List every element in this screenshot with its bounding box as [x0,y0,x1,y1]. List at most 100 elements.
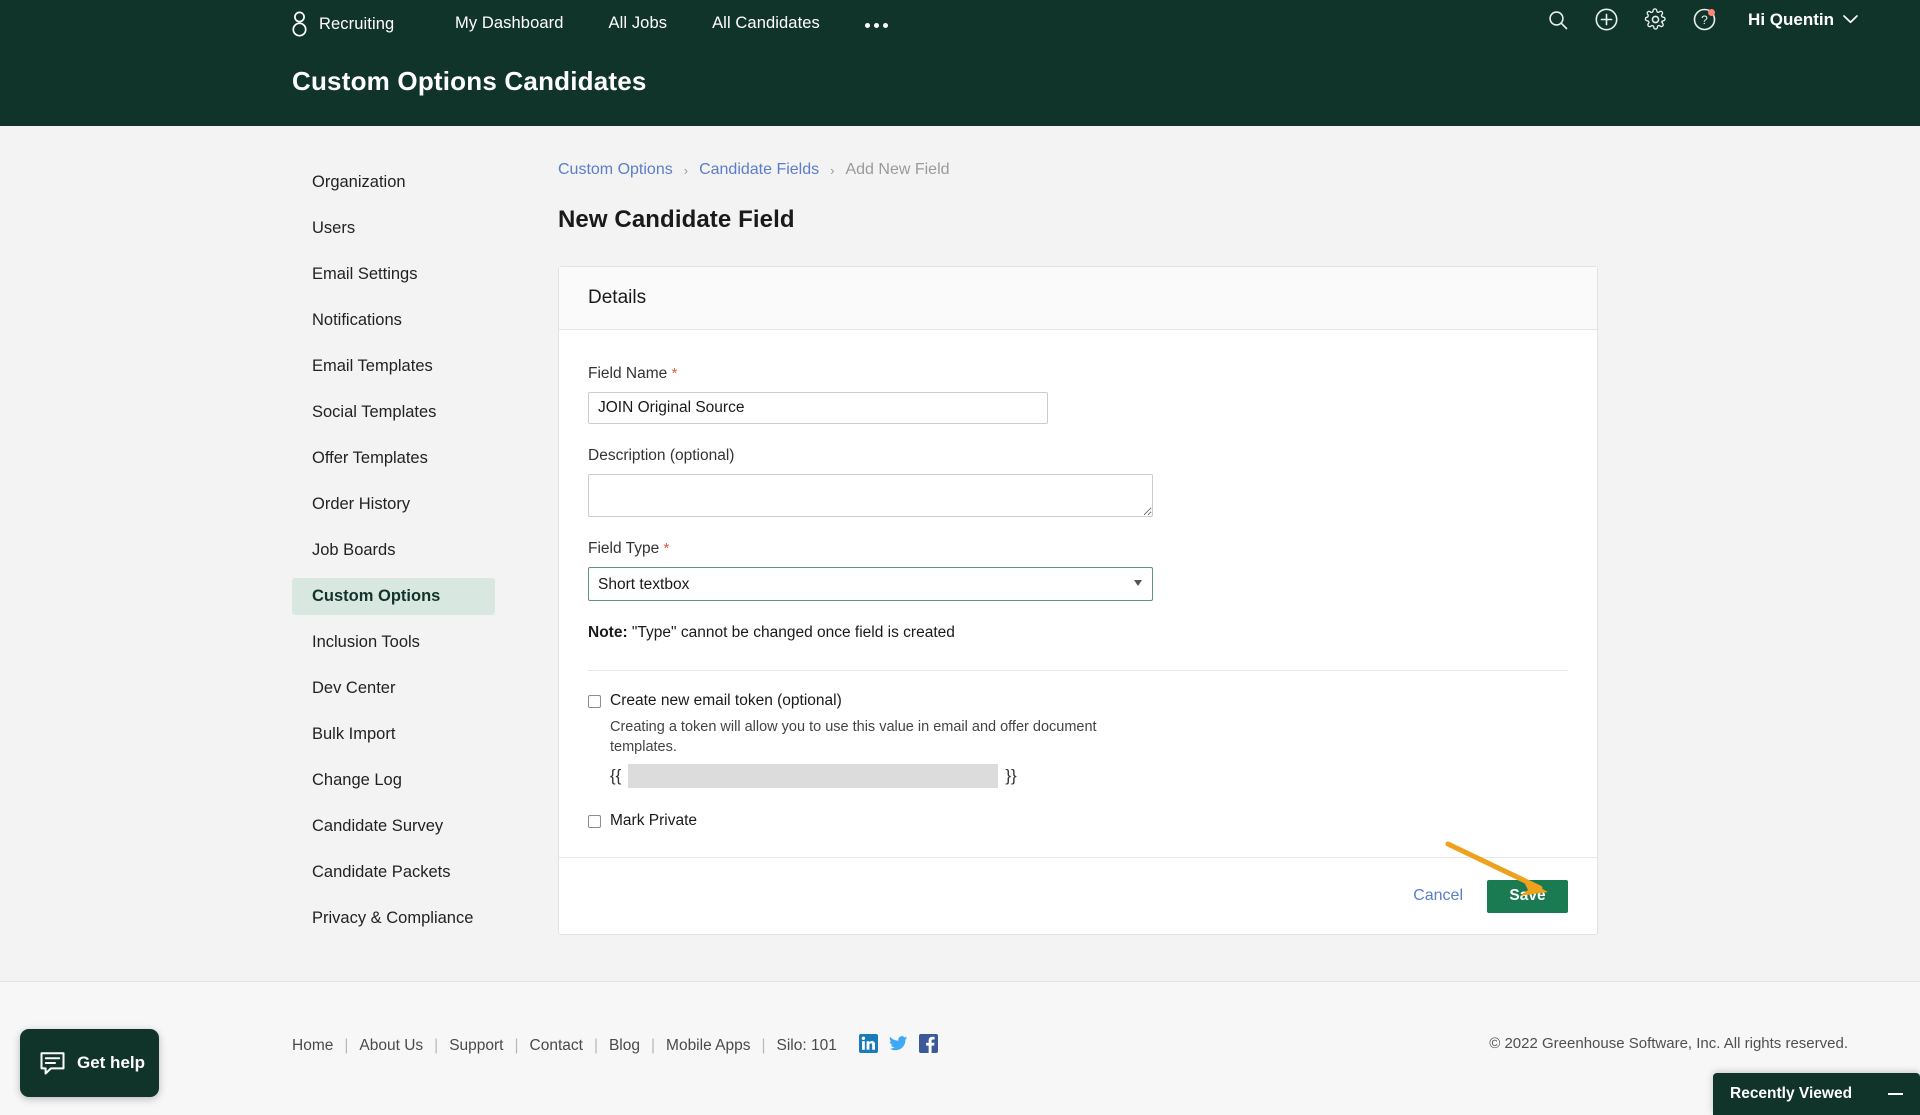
details-card-title: Details [588,287,647,308]
search-icon[interactable] [1547,9,1569,31]
recently-viewed-panel[interactable]: Recently Viewed [1713,1073,1920,1115]
field-name-input[interactable] [588,392,1048,424]
chevron-down-icon [1843,15,1858,24]
footer-silo-label: Silo: 101 [776,1037,837,1054]
facebook-icon[interactable] [918,1034,938,1058]
nav-links: My Dashboard All Jobs All Candidates [455,14,888,33]
sidebar-item-custom-options[interactable]: Custom Options [292,578,495,615]
footer-divider: | [651,1037,656,1054]
sidebar-item-privacy-compliance[interactable]: Privacy & Compliance [292,900,495,937]
brand-home-link[interactable]: Recruiting [291,11,394,37]
note-prefix: Note: [588,624,628,641]
breadcrumb: Custom Options › Candidate Fields › Add … [558,126,1598,179]
breadcrumb-separator-icon: › [683,162,689,178]
sidebar-item-candidate-survey[interactable]: Candidate Survey [292,808,495,845]
field-type-select[interactable]: Short textbox [588,567,1153,601]
sidebar-item-organization[interactable]: Organization [292,164,495,201]
notification-dot [1708,9,1716,16]
main-column: Custom Options › Candidate Fields › Add … [558,126,1598,935]
sidebar-item-change-log[interactable]: Change Log [292,762,495,799]
page-title: Custom Options Candidates [292,66,647,96]
cancel-button[interactable]: Cancel [1413,887,1463,905]
description-textarea[interactable] [588,474,1153,517]
required-marker: * [663,540,670,557]
brand-label: Recruiting [319,14,395,33]
email-token-row[interactable]: Create new email token (optional) [588,692,1568,710]
greenhouse-g-logo-icon [291,11,308,37]
token-brace-close: }} [1005,766,1017,785]
svg-text:?: ? [1701,13,1708,27]
mark-private-row[interactable]: Mark Private [588,812,1568,830]
breadcrumb-candidate-fields[interactable]: Candidate Fields [699,161,819,179]
sidebar-item-email-settings[interactable]: Email Settings [292,256,495,293]
minimize-icon[interactable] [1888,1093,1903,1095]
footer-link-mobile-apps[interactable]: Mobile Apps [666,1037,750,1055]
email-token-label: Create new email token (optional) [610,692,842,709]
settings-sidebar: Organization Users Email Settings Notifi… [292,164,495,946]
nav-item-my-dashboard[interactable]: My Dashboard [455,14,564,33]
details-card: Details Field Name * Description (option… [558,266,1598,935]
primary-nav-row: Recruiting My Dashboard All Jobs All Can… [0,0,1920,52]
sidebar-item-bulk-import[interactable]: Bulk Import [292,716,495,753]
field-name-label: Field Name * [588,365,1568,383]
sidebar-item-dev-center[interactable]: Dev Center [292,670,495,707]
sidebar-item-candidate-packets[interactable]: Candidate Packets [292,854,495,891]
twitter-icon[interactable] [889,1034,908,1058]
nav-item-all-jobs[interactable]: All Jobs [609,14,668,33]
linkedin-icon[interactable] [858,1034,878,1058]
sidebar-item-job-boards[interactable]: Job Boards [292,532,495,569]
get-help-button[interactable]: Get help [20,1029,159,1097]
footer-divider: | [344,1037,349,1054]
sidebar-item-users[interactable]: Users [292,210,495,247]
plus-circle-icon[interactable] [1595,8,1618,31]
footer-link-about-us[interactable]: About Us [359,1037,423,1055]
description-group: Description (optional) [588,447,1568,517]
sidebar-item-offer-templates[interactable]: Offer Templates [292,440,495,477]
help-question-icon[interactable]: ? [1693,8,1716,31]
required-marker: * [671,365,678,382]
footer-link-contact[interactable]: Contact [530,1037,583,1055]
field-type-note: Note: "Type" cannot be changed once fiel… [588,624,1568,642]
mark-private-label: Mark Private [610,812,697,829]
mark-private-checkbox[interactable] [588,815,601,828]
email-token-help-text: Creating a token will allow you to use t… [610,719,1097,755]
field-name-group: Field Name * [588,365,1568,424]
recently-viewed-label: Recently Viewed [1730,1085,1853,1102]
details-card-header: Details [559,267,1597,330]
sidebar-item-social-templates[interactable]: Social Templates [292,394,495,431]
sidebar-item-email-templates[interactable]: Email Templates [292,348,495,385]
field-name-label-text: Field Name [588,365,668,382]
details-card-body: Field Name * Description (optional) Fiel… [559,330,1597,830]
card-actions: Cancel Save [559,841,1597,934]
breadcrumb-current: Add New Field [845,161,950,178]
save-button[interactable]: Save [1487,879,1568,913]
description-label: Description (optional) [588,447,735,464]
note-text: "Type" cannot be changed once field is c… [631,624,955,641]
footer-social-icons [858,1034,938,1058]
footer-link-support[interactable]: Support [449,1037,503,1055]
footer-links: Home | About Us | Support | Contact | Bl… [292,1034,938,1058]
page-footer: Home | About Us | Support | Contact | Bl… [0,981,1920,1115]
token-brace-open: {{ [610,766,622,785]
gear-icon[interactable] [1644,8,1667,31]
field-type-group: Field Type * Short textbox [588,540,1568,601]
sidebar-item-order-history[interactable]: Order History [292,486,495,523]
footer-divider: | [434,1037,439,1054]
footer-divider: | [593,1037,598,1054]
email-token-input-row: {{ }} [610,764,1568,788]
field-type-label: Field Type * [588,540,1568,558]
field-type-label-text: Field Type [588,540,660,557]
sidebar-item-inclusion-tools[interactable]: Inclusion Tools [292,624,495,661]
footer-link-blog[interactable]: Blog [609,1037,640,1055]
nav-more-ellipsis-icon[interactable] [864,19,888,28]
breadcrumb-custom-options[interactable]: Custom Options [558,161,673,179]
divider [588,670,1568,671]
user-menu[interactable]: Hi Quentin [1748,10,1858,30]
nav-item-all-candidates[interactable]: All Candidates [712,14,820,33]
copyright-text: © 2022 Greenhouse Software, Inc. All rig… [1489,1035,1848,1052]
sidebar-item-notifications[interactable]: Notifications [292,302,495,339]
footer-link-home[interactable]: Home [292,1037,333,1055]
email-token-input[interactable] [628,764,999,788]
footer-divider: | [761,1037,766,1054]
email-token-checkbox[interactable] [588,695,601,708]
